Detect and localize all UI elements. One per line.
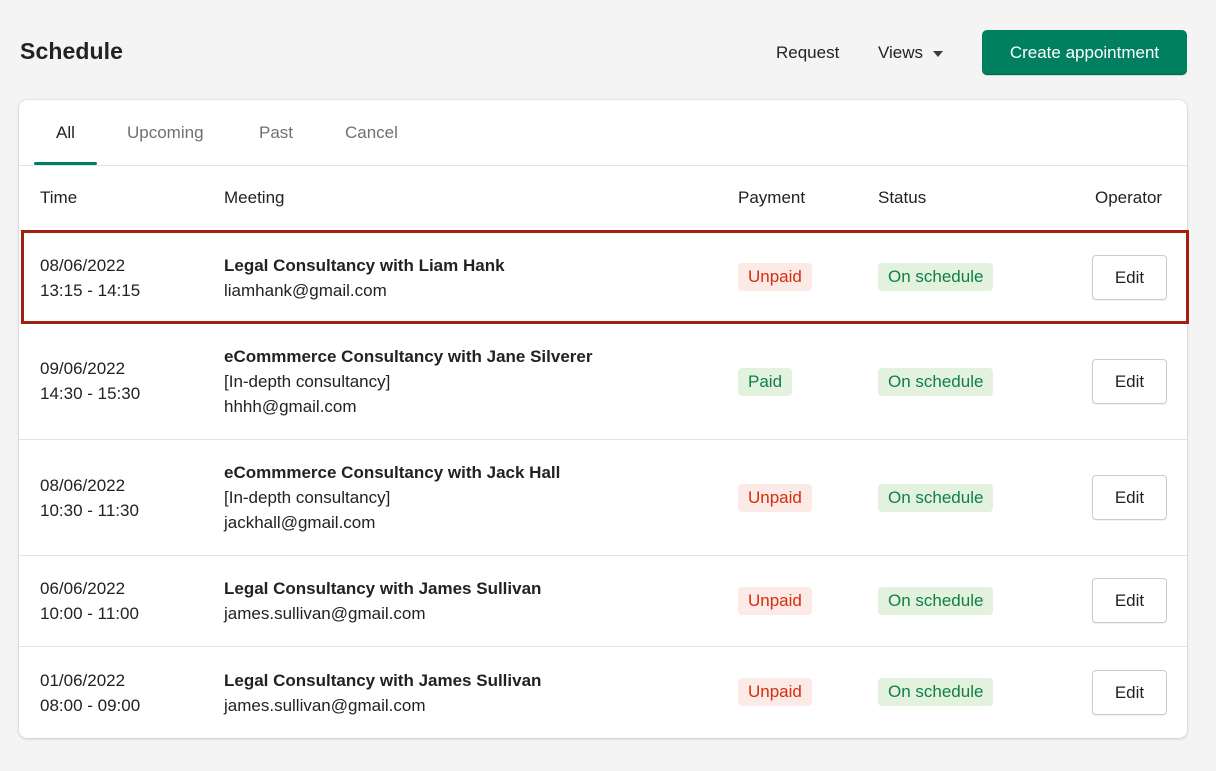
status-badge: On schedule [878, 263, 994, 291]
tab-upcoming[interactable]: Upcoming [127, 100, 204, 166]
column-header-payment: Payment [738, 188, 806, 207]
edit-button[interactable]: Edit [1092, 670, 1167, 715]
payment-badge: Unpaid [738, 484, 812, 512]
payment-label: Paid [748, 372, 783, 391]
create-appointment-button[interactable]: Create appointment [982, 30, 1187, 75]
appointment-date: 08/06/2022 [40, 256, 126, 275]
status-badge: On schedule [878, 678, 994, 706]
time-cell: 01/06/2022 08:00 - 09:00 [40, 668, 140, 718]
tab-past[interactable]: Past [259, 100, 293, 166]
tab-cancel[interactable]: Cancel [345, 100, 398, 166]
status-label: On schedule [888, 591, 984, 610]
payment-label: Unpaid [748, 682, 802, 701]
payment-label: Unpaid [748, 488, 802, 507]
meeting-title: eCommmerce Consultancy with Jack Hall [224, 463, 561, 482]
appointment-time: 14:30 - 15:30 [40, 384, 141, 403]
tab-upcoming-label: Upcoming [127, 123, 204, 142]
column-header-meeting: Meeting [224, 188, 285, 207]
tab-cancel-label: Cancel [345, 123, 398, 142]
meeting-cell: Legal Consultancy with James Sullivan ja… [224, 576, 541, 626]
active-tab-indicator [34, 162, 97, 165]
edit-label: Edit [1114, 487, 1145, 507]
payment-label: Unpaid [748, 267, 802, 286]
schedule-page: Schedule Request Views Create appointmen… [0, 0, 1216, 771]
time-cell: 09/06/2022 14:30 - 15:30 [40, 356, 140, 406]
appointment-date: 01/06/2022 [40, 671, 126, 690]
tab-past-label: Past [259, 123, 294, 142]
payment-badge: Unpaid [738, 263, 812, 291]
status-label: On schedule [888, 682, 984, 701]
payment-badge: Unpaid [738, 587, 812, 615]
tab-all[interactable]: All [56, 100, 75, 166]
status-label: On schedule [888, 488, 984, 507]
appointment-date: 09/06/2022 [40, 359, 126, 378]
edit-button[interactable]: Edit [1092, 359, 1167, 404]
status-badge: On schedule [878, 587, 994, 615]
meeting-email: james.sullivan@gmail.com [224, 696, 426, 715]
payment-label: Unpaid [748, 591, 802, 610]
appointment-time: 08:00 - 09:00 [40, 696, 141, 715]
meeting-email: liamhank@gmail.com [224, 281, 387, 300]
meeting-title: Legal Consultancy with Liam Hank [224, 256, 505, 275]
views-dropdown[interactable]: Views [866, 34, 955, 72]
edit-label: Edit [1114, 371, 1145, 391]
meeting-email: james.sullivan@gmail.com [224, 604, 426, 623]
status-label: On schedule [888, 267, 984, 286]
views-label: Views [878, 43, 924, 62]
request-button[interactable]: Request [764, 34, 851, 72]
time-cell: 06/06/2022 10:00 - 11:00 [40, 576, 139, 626]
table-row[interactable]: 01/06/2022 08:00 - 09:00 Legal Consultan… [19, 647, 1187, 738]
payment-badge: Paid [738, 368, 793, 396]
meeting-detail: [In-depth consultancy] [224, 372, 391, 391]
meeting-cell: Legal Consultancy with Liam Hank liamhan… [224, 253, 505, 303]
table-row[interactable]: 06/06/2022 10:00 - 11:00 Legal Consultan… [19, 556, 1187, 646]
edit-label: Edit [1114, 267, 1145, 287]
meeting-detail: [In-depth consultancy] [224, 488, 391, 507]
payment-badge: Unpaid [738, 678, 812, 706]
table-row[interactable]: 09/06/2022 14:30 - 15:30 eCommmerce Cons… [19, 323, 1187, 439]
schedule-card: All Upcoming Past Cancel Time Meeting Pa… [19, 100, 1187, 738]
edit-label: Edit [1114, 590, 1145, 610]
tab-bar: All Upcoming Past Cancel [19, 100, 1187, 166]
page-title: Schedule [20, 38, 124, 64]
meeting-title: eCommmerce Consultancy with Jane Silvere… [224, 347, 593, 366]
time-cell: 08/06/2022 10:30 - 11:30 [40, 473, 139, 523]
meeting-title: Legal Consultancy with James Sullivan [224, 579, 542, 598]
edit-button[interactable]: Edit [1092, 255, 1167, 300]
appointment-time: 10:00 - 11:00 [40, 604, 139, 623]
meeting-email: jackhall@gmail.com [224, 513, 376, 532]
meeting-title: Legal Consultancy with James Sullivan [224, 671, 542, 690]
appointment-time: 10:30 - 11:30 [40, 501, 139, 520]
caret-down-icon [933, 51, 944, 57]
column-header-time: Time [40, 188, 78, 207]
meeting-email: hhhh@gmail.com [224, 397, 357, 416]
request-label: Request [776, 43, 840, 62]
appointment-time: 13:15 - 14:15 [40, 281, 141, 300]
column-header-operator: Operator [1095, 188, 1163, 207]
status-label: On schedule [888, 372, 984, 391]
table-row[interactable]: 08/06/2022 13:15 - 14:15 Legal Consultan… [19, 231, 1187, 322]
time-cell: 08/06/2022 13:15 - 14:15 [40, 253, 140, 303]
status-badge: On schedule [878, 484, 994, 512]
status-badge: On schedule [878, 368, 994, 396]
meeting-cell: eCommmerce Consultancy with Jack Hall [I… [224, 460, 560, 535]
meeting-cell: Legal Consultancy with James Sullivan ja… [224, 668, 541, 718]
edit-button[interactable]: Edit [1092, 475, 1167, 520]
table-row[interactable]: 08/06/2022 10:30 - 11:30 eCommmerce Cons… [19, 440, 1187, 555]
appointment-date: 06/06/2022 [40, 579, 126, 598]
edit-label: Edit [1114, 682, 1145, 702]
appointment-date: 08/06/2022 [40, 476, 126, 495]
tab-all-label: All [56, 123, 75, 142]
create-appointment-label: Create appointment [1009, 42, 1160, 62]
edit-button[interactable]: Edit [1092, 578, 1167, 623]
column-header-status: Status [878, 188, 927, 207]
meeting-cell: eCommmerce Consultancy with Jane Silvere… [224, 344, 592, 419]
